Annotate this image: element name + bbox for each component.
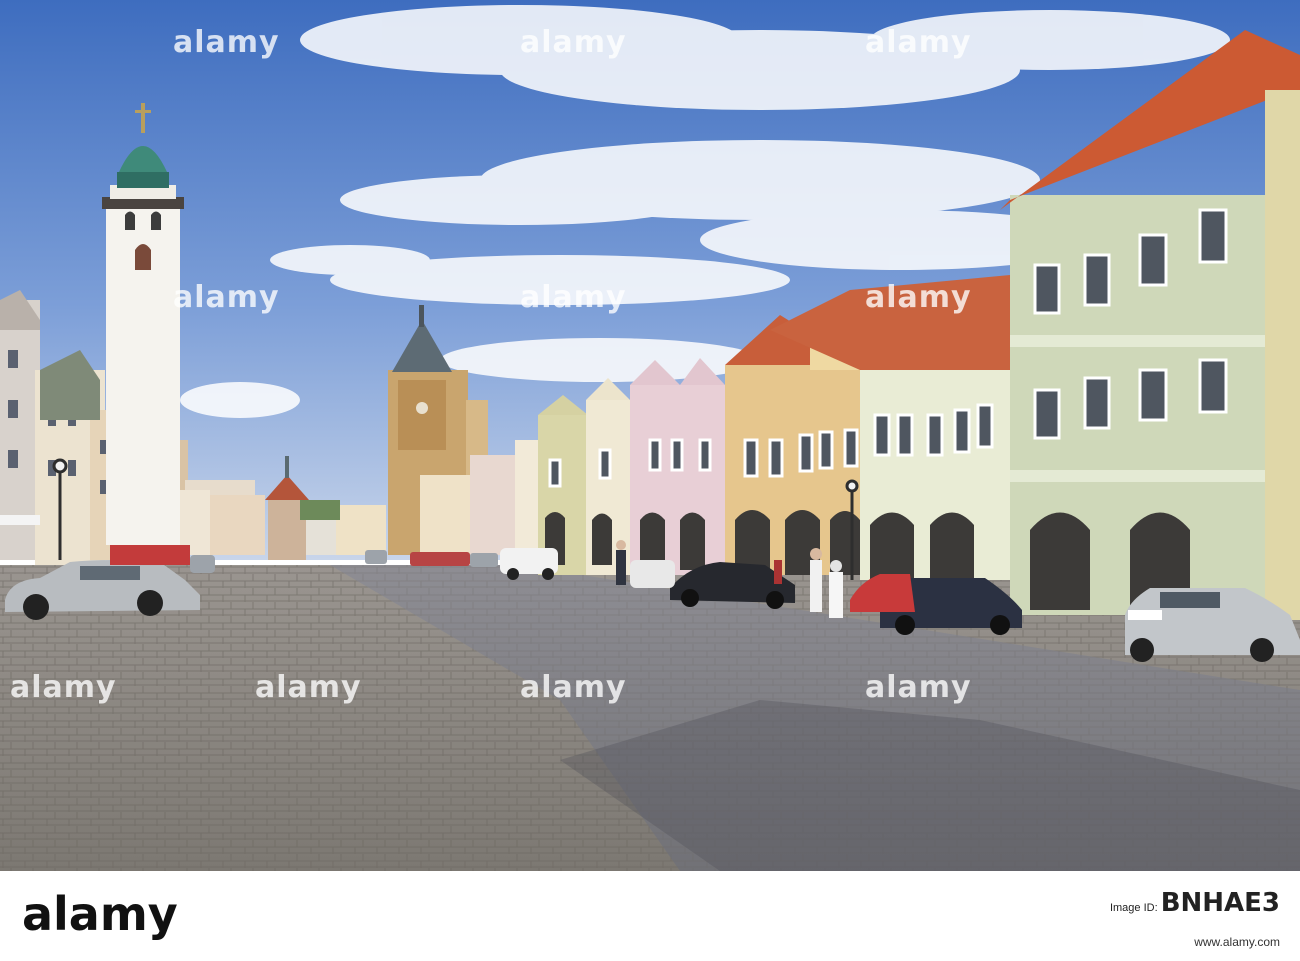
watermark-f: alamy: [865, 280, 972, 315]
watermark-g: alamy: [10, 670, 117, 705]
alamy-logo[interactable]: alamy: [22, 883, 208, 945]
town-square-photo: [0, 0, 1300, 871]
watermark-a: alamy: [173, 25, 280, 60]
watermark-i: alamy: [520, 670, 627, 705]
watermark-b: alamy: [520, 25, 627, 60]
watermark-h: alamy: [255, 670, 362, 705]
watermark-d: alamy: [173, 280, 280, 315]
image-id-block: Image ID: BNHAE3: [830, 888, 1280, 918]
watermark-j: alamy: [865, 670, 972, 705]
car-red-left: [110, 545, 190, 565]
photo-frame: alamy alamy alamy alamy alamy alamy alam…: [0, 0, 1300, 961]
watermark-c: alamy: [865, 25, 972, 60]
site-url[interactable]: www.alamy.com: [1194, 935, 1280, 949]
brand-name: alamy: [22, 887, 178, 941]
image-id-value: BNHAE3: [1160, 888, 1280, 918]
watermark-e: alamy: [520, 280, 627, 315]
image-id-label: Image ID:: [1109, 902, 1158, 914]
car-white-middle: [630, 560, 675, 588]
